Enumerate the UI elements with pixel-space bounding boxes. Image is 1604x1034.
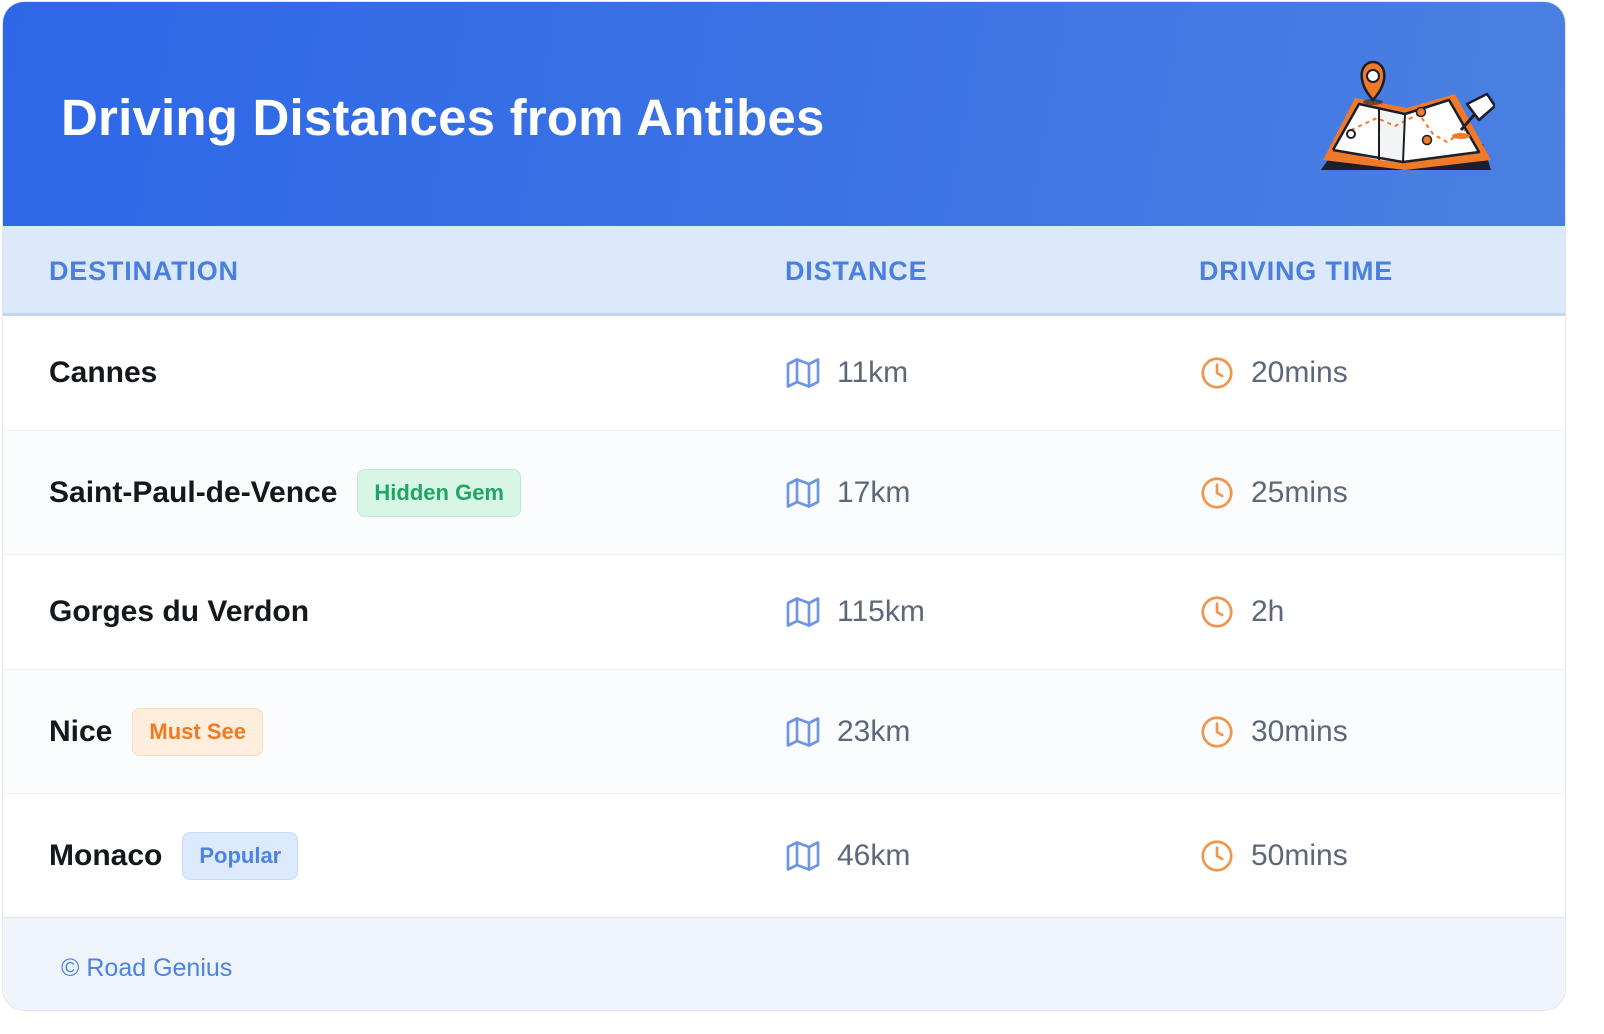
driving-time-cell: 50mins — [1199, 838, 1348, 874]
popular-badge: Popular — [182, 831, 299, 880]
card-header: Driving Distances from Antibes — [3, 2, 1565, 226]
table-row: Saint-Paul-de-Vence Hidden Gem 17km 25mi… — [3, 431, 1565, 555]
map-icon — [785, 594, 821, 630]
driving-time-value: 30mins — [1251, 714, 1348, 748]
clock-icon — [1199, 475, 1235, 511]
destination-name: Monaco — [49, 838, 163, 872]
map-icon — [785, 475, 821, 511]
map-icon — [785, 714, 821, 750]
destination-name: Saint-Paul-de-Vence — [49, 475, 338, 509]
table-row: Cannes 11km 20mins — [3, 316, 1565, 431]
destination-name: Cannes — [49, 356, 158, 389]
destination-name: Nice — [49, 714, 113, 748]
hidden-gem-badge: Hidden Gem — [357, 468, 521, 517]
map-icon — [785, 355, 821, 391]
clock-icon — [1199, 594, 1235, 630]
column-header-driving-time: DRIVING TIME — [1199, 256, 1394, 286]
distance-value: 17km — [837, 475, 911, 509]
must-see-badge: Must See — [132, 707, 263, 756]
table-row: Gorges du Verdon 115km 2h — [3, 555, 1565, 670]
distance-cell: 11km — [785, 355, 908, 391]
driving-time-value: 50mins — [1251, 838, 1348, 872]
table-header-row: DESTINATION DISTANCE DRIVING TIME — [3, 226, 1565, 316]
clock-icon — [1199, 838, 1235, 874]
driving-time-value: 2h — [1251, 595, 1285, 628]
distance-cell: 23km — [785, 714, 910, 750]
driving-time-value: 25mins — [1251, 475, 1348, 509]
destination-name: Gorges du Verdon — [49, 595, 310, 628]
column-header-destination: DESTINATION — [49, 256, 239, 286]
clock-icon — [1199, 714, 1235, 750]
driving-time-cell: 25mins — [1199, 475, 1348, 511]
driving-time-value: 20mins — [1251, 356, 1348, 389]
distance-cell: 46km — [785, 838, 910, 874]
distance-value: 46km — [837, 838, 911, 872]
driving-time-cell: 20mins — [1199, 355, 1348, 391]
copyright-text: © Road Genius — [61, 954, 233, 982]
clock-icon — [1199, 355, 1235, 391]
distance-card: Driving Distances from Antibes DESTINATI… — [2, 1, 1566, 1011]
destination-cell: Monaco Popular — [49, 831, 299, 880]
distance-value: 115km — [837, 595, 925, 628]
page-title: Driving Distances from Antibes — [61, 89, 825, 146]
destination-cell: Cannes — [49, 356, 157, 390]
destination-cell: Gorges du Verdon — [49, 595, 309, 629]
driving-time-cell: 30mins — [1199, 714, 1348, 750]
table-row: Monaco Popular 46km 50mins — [3, 794, 1565, 917]
column-header-distance: DISTANCE — [785, 256, 928, 286]
table-row: Nice Must See 23km 30mins — [3, 670, 1565, 794]
distance-value: 11km — [837, 356, 909, 389]
folded-map-with-pins-icon — [1321, 60, 1495, 170]
driving-time-cell: 2h — [1199, 594, 1284, 630]
destination-cell: Nice Must See — [49, 707, 263, 756]
card-footer: © Road Genius — [3, 917, 1565, 1010]
distance-cell: 115km — [785, 594, 925, 630]
destination-cell: Saint-Paul-de-Vence Hidden Gem — [49, 468, 521, 517]
distance-value: 23km — [837, 714, 911, 748]
map-icon — [785, 838, 821, 874]
distance-cell: 17km — [785, 475, 910, 511]
